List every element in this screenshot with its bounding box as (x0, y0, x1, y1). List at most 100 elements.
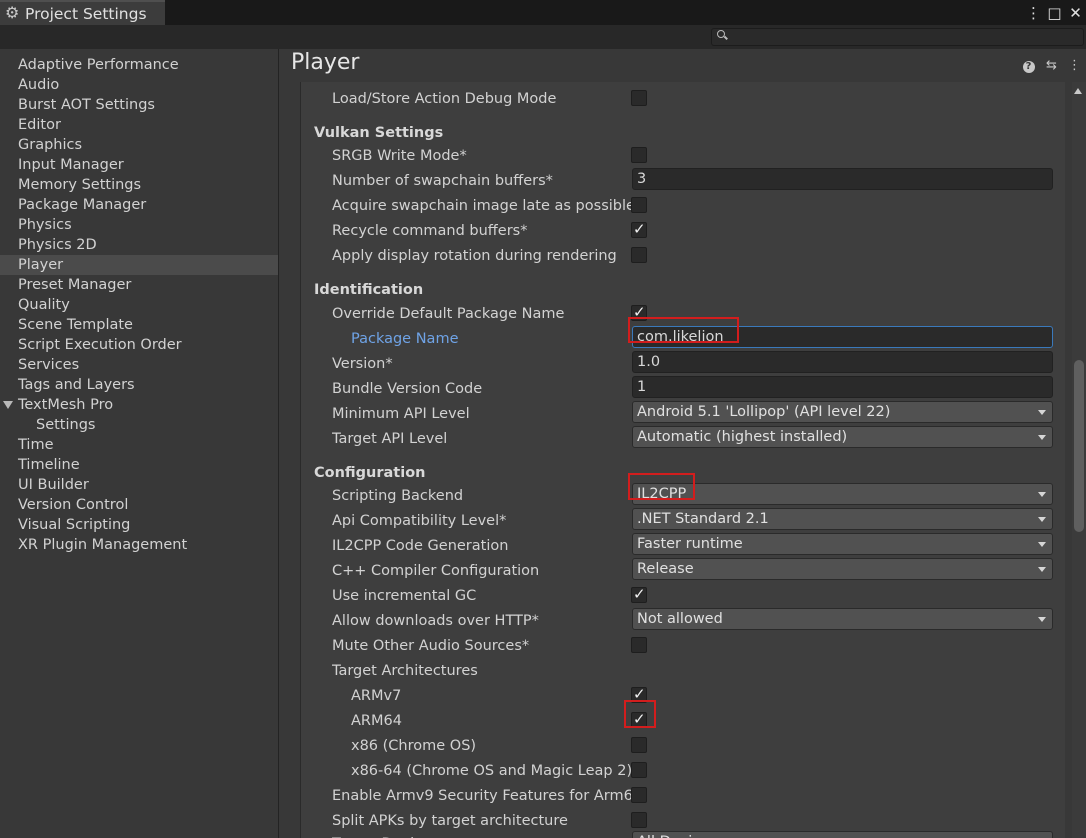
sidebar-item-player[interactable]: Player (0, 255, 278, 275)
setting-dropdown[interactable]: Release (632, 558, 1053, 580)
setting-checkbox[interactable] (631, 637, 647, 653)
sidebar-item-label: Physics (18, 217, 72, 233)
sidebar-item-label: XR Plugin Management (18, 537, 188, 553)
setting-checkbox[interactable] (631, 247, 647, 263)
setting-label: Target Architectures (332, 663, 478, 679)
section-title: Vulkan Settings (314, 125, 444, 141)
setting-row: Recycle command buffers* (301, 220, 1065, 246)
sidebar-item-memory-settings[interactable]: Memory Settings (0, 175, 278, 195)
setting-checkbox[interactable] (631, 90, 647, 106)
setting-text-field[interactable]: 1.0 (632, 351, 1053, 373)
sidebar-item-label: TextMesh Pro (18, 397, 114, 413)
setting-checkbox[interactable] (631, 762, 647, 778)
setting-checkbox[interactable] (631, 220, 647, 238)
project-settings-tab[interactable]: ⚙ Project Settings (0, 0, 165, 25)
setting-dropdown[interactable]: IL2CPP (632, 483, 1053, 505)
close-icon[interactable]: ✕ (1065, 4, 1086, 22)
sidebar-item-physics[interactable]: Physics (0, 215, 278, 235)
sidebar-item-ui-builder[interactable]: UI Builder (0, 475, 278, 495)
window-controls: ⋮ □ ✕ (1023, 0, 1086, 25)
sidebar-item-tags-and-layers[interactable]: Tags and Layers (0, 375, 278, 395)
sidebar-item-script-execution-order[interactable]: Script Execution Order (0, 335, 278, 355)
sidebar-item-preset-manager[interactable]: Preset Manager (0, 275, 278, 295)
setting-text-field[interactable]: 3 (632, 168, 1053, 190)
vertical-scrollbar[interactable] (1072, 82, 1086, 838)
sidebar-item-input-manager[interactable]: Input Manager (0, 155, 278, 175)
setting-row: Mute Other Audio Sources* (301, 636, 1065, 661)
sidebar-item-label: Time (18, 437, 54, 453)
setting-dropdown[interactable]: Faster runtime (632, 533, 1053, 555)
sidebar-item-services[interactable]: Services (0, 355, 278, 375)
setting-checkbox[interactable] (631, 812, 647, 828)
setting-text-field[interactable]: com.likelion (632, 326, 1053, 348)
preset-icon[interactable]: ⇆ (1040, 58, 1063, 73)
maximize-icon[interactable]: □ (1044, 4, 1065, 22)
setting-label: Number of swapchain buffers* (332, 173, 553, 189)
setting-dropdown[interactable]: All Devices (632, 831, 1053, 838)
more-menu-icon[interactable]: ⋮ (1023, 4, 1044, 22)
dropdown-arrow-icon (1038, 542, 1046, 547)
setting-row: ARM64 (301, 710, 1065, 736)
setting-row: Apply display rotation during rendering (301, 246, 1065, 271)
scroll-up-arrow-icon[interactable] (1074, 88, 1082, 94)
sidebar-item-time[interactable]: Time (0, 435, 278, 455)
setting-row: x86-64 (Chrome OS and Magic Leap 2) (301, 761, 1065, 786)
sidebar-item-quality[interactable]: Quality (0, 295, 278, 315)
sidebar-item-label: Editor (18, 117, 61, 133)
setting-row: Target Architectures (301, 661, 1065, 686)
sidebar-item-label: Settings (36, 417, 96, 433)
search-field[interactable] (711, 28, 1084, 46)
sidebar-item-graphics[interactable]: Graphics (0, 135, 278, 155)
sidebar-item-audio[interactable]: Audio (0, 75, 278, 95)
search-input[interactable] (732, 29, 1072, 45)
setting-text-field[interactable]: 1 (632, 376, 1053, 398)
setting-dropdown[interactable]: .NET Standard 2.1 (632, 508, 1053, 530)
sidebar-item-label: Burst AOT Settings (18, 97, 155, 113)
title-bar: ⚙ Project Settings ⋮ □ ✕ (0, 0, 1086, 25)
setting-row: Enable Armv9 Security Features for Arm64 (301, 786, 1065, 811)
sidebar-item-package-manager[interactable]: Package Manager (0, 195, 278, 215)
setting-dropdown[interactable]: Automatic (highest installed) (632, 426, 1053, 448)
sidebar-item-xr-plugin-management[interactable]: XR Plugin Management (0, 535, 278, 555)
sidebar-item-adaptive-performance[interactable]: Adaptive Performance (0, 55, 278, 75)
sidebar-item-physics-2d[interactable]: Physics 2D (0, 235, 278, 255)
field-value: com.likelion (637, 329, 724, 345)
gear-icon: ⚙ (5, 3, 20, 22)
setting-label: Target API Level (332, 431, 448, 447)
setting-label: Scripting Backend (332, 488, 464, 504)
setting-checkbox[interactable] (631, 147, 647, 163)
dropdown-value: Automatic (highest installed) (637, 429, 848, 445)
sidebar-item-visual-scripting[interactable]: Visual Scripting (0, 515, 278, 535)
sidebar-item-label: Quality (18, 297, 70, 313)
sidebar-item-version-control[interactable]: Version Control (0, 495, 278, 515)
field-value: 1.0 (637, 354, 661, 370)
sidebar-item-burst-aot-settings[interactable]: Burst AOT Settings (0, 95, 278, 115)
setting-label: x86-64 (Chrome OS and Magic Leap 2) (351, 763, 631, 779)
setting-checkbox[interactable] (631, 737, 647, 753)
setting-dropdown[interactable]: Android 5.1 'Lollipop' (API level 22) (632, 401, 1053, 423)
expand-arrow-icon[interactable] (3, 401, 13, 409)
help-icon[interactable]: ? (1017, 58, 1040, 73)
scroll-thumb[interactable] (1074, 360, 1084, 532)
sidebar-item-label: Timeline (18, 457, 80, 473)
setting-checkbox[interactable] (631, 585, 647, 603)
dropdown-value: Android 5.1 'Lollipop' (API level 22) (637, 404, 891, 420)
sidebar-item-textmesh-pro[interactable]: TextMesh Pro (0, 395, 278, 415)
setting-label: Override Default Package Name (332, 306, 565, 322)
setting-label: Package Name (351, 331, 459, 347)
sidebar-item-timeline[interactable]: Timeline (0, 455, 278, 475)
setting-checkbox[interactable] (631, 685, 647, 703)
setting-dropdown[interactable]: Not allowed (632, 608, 1053, 630)
player-settings-content: Load/Store Action Debug Mode Vulkan Setti… (300, 82, 1065, 838)
sidebar-item-editor[interactable]: Editor (0, 115, 278, 135)
setting-checkbox[interactable] (631, 710, 647, 728)
setting-checkbox[interactable] (631, 303, 647, 321)
setting-checkbox[interactable] (631, 787, 647, 803)
setting-label: Allow downloads over HTTP* (332, 613, 539, 629)
sidebar-item-label: UI Builder (18, 477, 89, 493)
sidebar-item-settings[interactable]: Settings (0, 415, 278, 435)
more-options-icon[interactable]: ⋮ (1063, 58, 1086, 73)
setting-row: Load/Store Action Debug Mode (301, 89, 1065, 114)
setting-checkbox[interactable] (631, 197, 647, 213)
sidebar-item-scene-template[interactable]: Scene Template (0, 315, 278, 335)
